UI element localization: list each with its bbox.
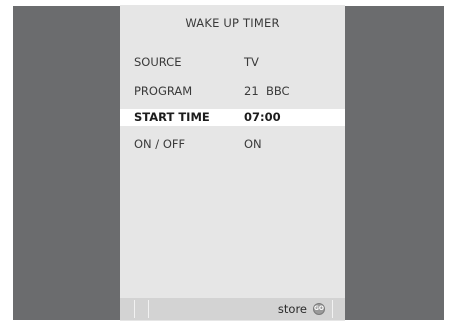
go-button-icon[interactable]: GO — [313, 303, 325, 315]
row-label: SOURCE — [134, 55, 182, 69]
footer-bar: store GO — [120, 298, 345, 320]
footer-divider — [332, 300, 333, 318]
row-label: START TIME — [134, 110, 210, 124]
footer-divider — [148, 300, 149, 318]
menu-row-start-time[interactable]: START TIME 07:00 — [120, 109, 345, 126]
row-value: ON — [244, 137, 262, 151]
menu-row-program[interactable]: PROGRAM 21 BBC — [120, 83, 345, 100]
store-label: store — [277, 302, 307, 316]
row-value: 07:00 — [244, 110, 281, 124]
menu-title: WAKE UP TIMER — [185, 16, 280, 30]
footer-divider — [134, 300, 135, 318]
row-value: TV — [244, 55, 259, 69]
menu-row-source[interactable]: SOURCE TV — [120, 54, 345, 71]
row-value: 21 BBC — [244, 84, 290, 98]
wake-up-timer-menu: WAKE UP TIMER SOURCE TV PROGRAM 21 BBC S… — [120, 5, 345, 321]
menu-row-on-off[interactable]: ON / OFF ON — [120, 136, 345, 153]
row-label: PROGRAM — [134, 84, 193, 98]
row-label: ON / OFF — [134, 137, 186, 151]
